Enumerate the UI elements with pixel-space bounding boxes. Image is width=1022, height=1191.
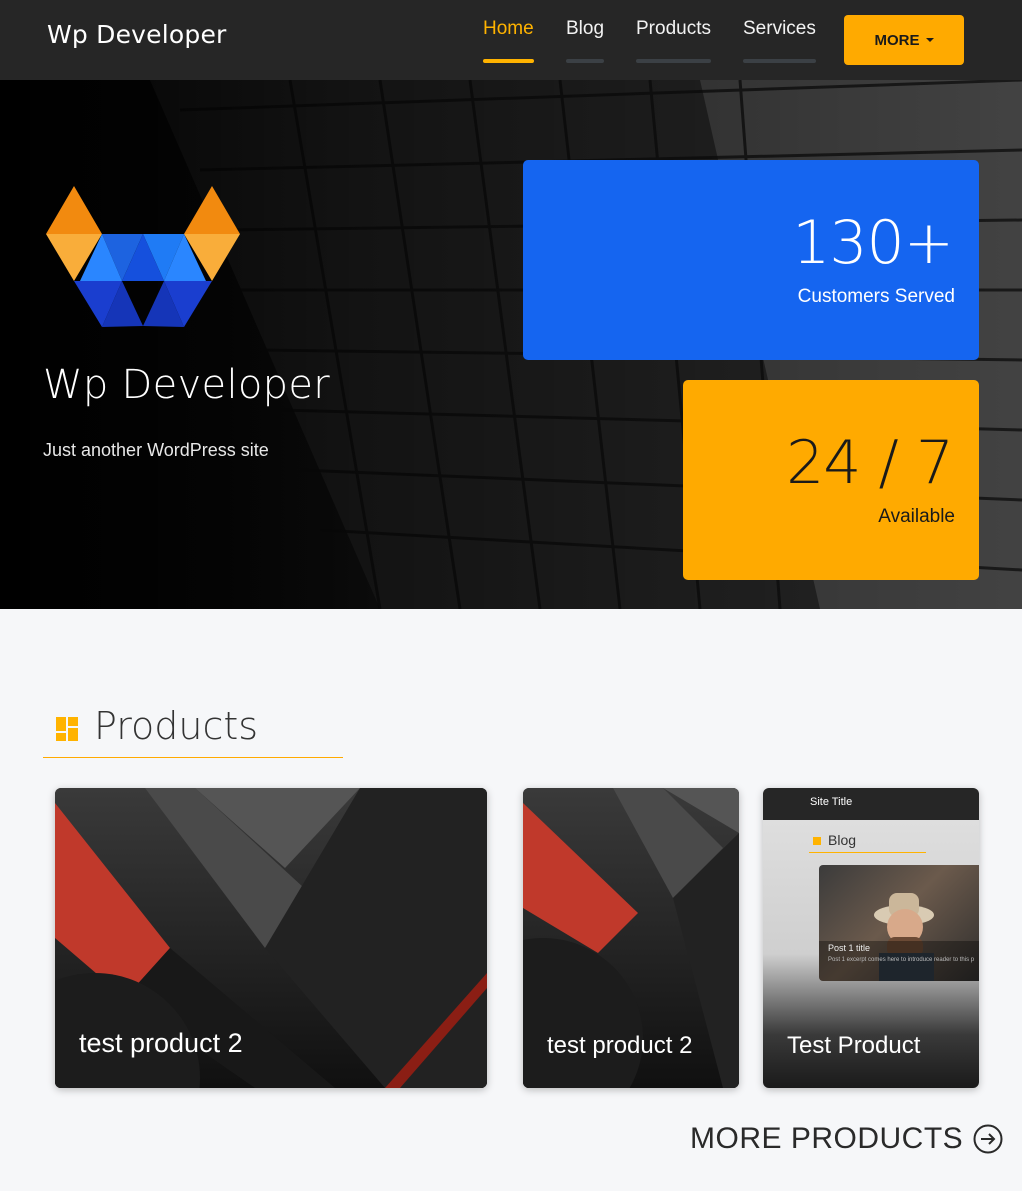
nav-item-label: Products	[636, 18, 711, 39]
preview-grid-icon	[813, 837, 821, 845]
dashboard-grid-icon	[56, 717, 80, 741]
nav-item-services[interactable]: Services	[743, 18, 816, 63]
product-title: test product 2	[79, 1028, 243, 1058]
preview-post-excerpt: Post 1 excerpt comes here to introduce r…	[828, 957, 975, 963]
section-title: Products	[94, 704, 259, 748]
more-label: MORE	[874, 31, 920, 49]
product-card[interactable]: test product 2	[55, 788, 487, 1088]
nav-item-blog[interactable]: Blog	[566, 18, 605, 63]
nav-item-home[interactable]: Home	[483, 18, 534, 63]
nav-item-label: Home	[483, 18, 534, 39]
preview-section-head: Blog	[809, 832, 926, 853]
arrow-right-circle-icon	[973, 1124, 1003, 1154]
brand-link[interactable]: Wp Developer	[47, 20, 227, 49]
hero-section: Wp Developer Just another WordPress site…	[0, 80, 1022, 609]
products-section-header: Products	[43, 700, 343, 758]
portrait-photo	[819, 893, 979, 981]
stat-label: Customers Served	[797, 286, 955, 307]
preview-topbar: Site Title	[763, 788, 979, 820]
product-title: Test Product	[787, 1032, 921, 1059]
navbar: Wp Developer Home Blog Products Services…	[0, 0, 1022, 80]
more-products-label: MORE PRODUCTS	[690, 1122, 964, 1155]
nav-underline	[483, 59, 534, 63]
nav-underline	[636, 59, 711, 63]
product-title: test product 2	[547, 1032, 693, 1059]
hero-subtitle: Just another WordPress site	[43, 440, 269, 460]
stat-card-availability: 24 / 7 Available	[683, 380, 979, 580]
wp-developer-logo	[46, 186, 240, 327]
preview-section-title: Blog	[828, 832, 857, 848]
nav-item-products[interactable]: Products	[636, 18, 711, 63]
nav-item-label: Services	[743, 18, 816, 39]
more-dropdown-button[interactable]: MORE	[844, 15, 964, 65]
stat-value: 130+	[792, 208, 954, 278]
stat-value: 24 / 7	[786, 428, 954, 498]
nav-underline	[566, 59, 605, 63]
nav-item-label: Blog	[566, 18, 605, 39]
preview-site-title: Site Title	[810, 796, 853, 808]
stat-label: Available	[878, 506, 955, 527]
more-products-link[interactable]: MORE PRODUCTS	[690, 1122, 1003, 1156]
hero-title: Wp Developer	[43, 362, 330, 408]
caret-down-icon	[925, 38, 934, 42]
product-card[interactable]: test product 2	[523, 788, 739, 1088]
nav-underline	[743, 59, 816, 63]
product-card[interactable]: Site Title Blog Post 1 title Post 1 exce…	[763, 788, 979, 1088]
preview-post-card: Post 1 title Post 1 excerpt comes here t…	[819, 865, 979, 981]
stat-card-customers: 130+ Customers Served	[523, 160, 979, 360]
preview-post-title: Post 1 title	[828, 943, 871, 953]
